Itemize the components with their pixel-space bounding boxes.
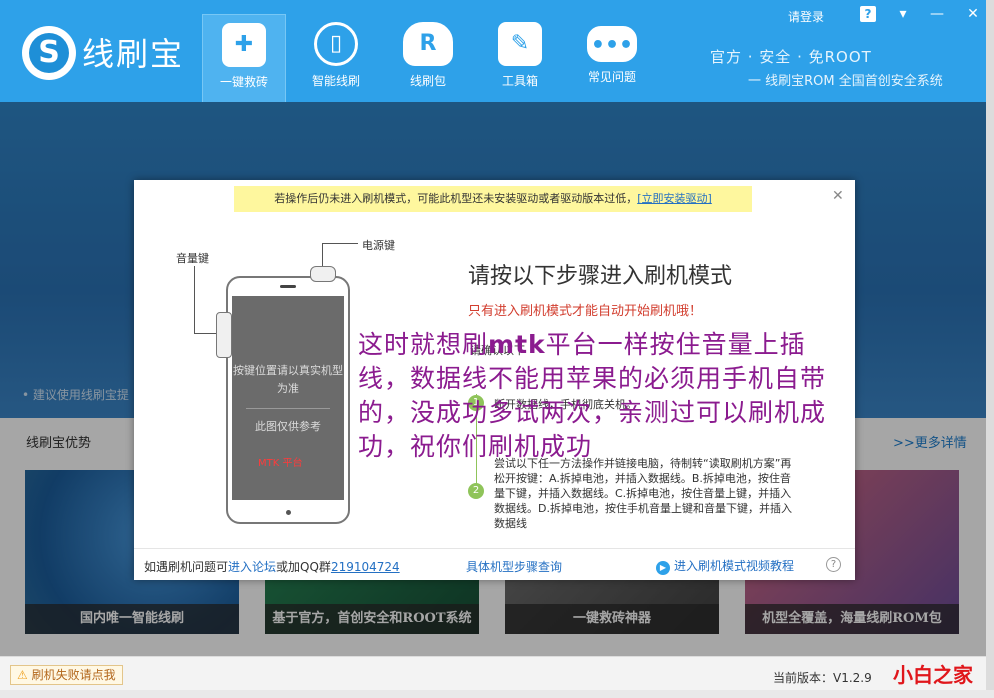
version-label: 当前版本：V1.2.9 — [773, 671, 872, 685]
app-logo-icon: S — [22, 26, 76, 80]
user-annotation: 这时就想刷mtk平台一样按住音量上插线，数据线不能用苹果的必须用手机自带的，没成… — [358, 328, 852, 464]
close-icon[interactable]: ✕ — [964, 6, 982, 22]
minimize-icon[interactable]: — — [928, 6, 946, 22]
app-title: 线刷宝 — [82, 35, 185, 73]
mtk-platform-label: MTK 平台 — [258, 458, 303, 469]
forum-link[interactable]: 进入论坛 — [228, 560, 276, 574]
cloud-download-icon: R — [403, 22, 453, 66]
phone-screen: 按键位置请以真实机型为准 此图仅供参考 MTK 平台 — [232, 296, 344, 500]
video-tutorial-link[interactable]: ▶ 进入刷机模式视频教程 — [656, 557, 794, 575]
phone-speaker — [280, 285, 296, 288]
annotation-text: 这时就想刷 — [358, 330, 489, 359]
nav-label: 常见问题 — [587, 70, 636, 84]
annotation-mtk: mtk — [488, 330, 546, 359]
nav-faq[interactable]: ••• 常见问题 — [570, 14, 654, 102]
flash-failed-label: 刷机失败请点我 — [31, 668, 116, 682]
phone-home-dot — [286, 510, 291, 515]
footer-help-text: 如遇刷机问题可进入论坛或加QQ群219104724 — [144, 558, 400, 575]
nav-label: 线刷包 — [409, 74, 446, 88]
app-header: S 线刷宝 ✚ 一键救砖 ▯ 智能线刷 R 线刷包 ✎ 工具箱 ••• 常见问题… — [0, 0, 994, 102]
power-key — [310, 266, 336, 282]
login-link[interactable]: 请登录 — [788, 8, 824, 25]
power-key-label: 电源键 — [362, 239, 395, 252]
chat-bubble-icon: ••• — [587, 26, 637, 62]
warning-text: 若操作后仍未进入刷机模式，可能此机型还未安装驱动或者驱动版本过低， — [274, 192, 638, 205]
logo-letter: S — [29, 33, 69, 73]
wrench-icon: ✎ — [498, 22, 542, 66]
nav-one-click-rescue[interactable]: ✚ 一键救砖 — [202, 14, 286, 102]
dialog-footer: 如遇刷机问题可进入论坛或加QQ群219104724 具体机型步骤查询 ▶ 进入刷机… — [134, 548, 855, 580]
flash-mode-dialog: 若操作后仍未进入刷机模式，可能此机型还未安装驱动或者驱动版本过低，[立即安装驱动… — [134, 180, 855, 580]
help-icon[interactable]: ? — [860, 6, 876, 22]
phone-refresh-icon: ▯ — [314, 22, 358, 66]
flash-failed-button[interactable]: ⚠ 刷机失败请点我 — [10, 665, 123, 685]
menu-icon[interactable]: ▾ — [894, 6, 912, 22]
volume-key — [216, 312, 232, 358]
driver-warning-bar: 若操作后仍未进入刷机模式，可能此机型还未安装驱动或者驱动版本过低，[立即安装驱动… — [234, 186, 752, 212]
screen-note-reference: 此图仅供参考 — [255, 420, 321, 433]
step-text: 尝试以下任一方法操作并链接电脑，待制转“读取刷机方案”再松开按键：A.拆掉电池，… — [494, 457, 792, 530]
warning-icon: ⚠ — [17, 668, 28, 682]
power-leader-line — [322, 243, 358, 267]
step-number: 2 — [468, 483, 484, 499]
volume-key-label: 音量键 — [176, 252, 209, 265]
footer-prefix: 如遇刷机问题可 — [144, 560, 229, 574]
watermark: 小白之家 — [893, 663, 973, 687]
nav-toolbox[interactable]: ✎ 工具箱 — [478, 14, 562, 102]
screen-note: 按键位置请以真实机型为准 — [233, 364, 343, 395]
dialog-title: 请按以下步骤进入刷机模式 — [468, 264, 733, 289]
window-edge — [986, 0, 994, 690]
play-icon: ▶ — [656, 561, 670, 575]
dialog-close-icon[interactable]: ✕ — [832, 188, 844, 204]
qq-group-link[interactable]: 219104724 — [331, 560, 400, 574]
nav-label: 智能线刷 — [311, 74, 360, 88]
install-driver-link[interactable]: [立即安装驱动] — [637, 192, 712, 205]
footer-or: 或加QQ群 — [276, 560, 331, 574]
nav-label: 一键救砖 — [219, 75, 268, 89]
help-circle-icon[interactable]: ? — [826, 557, 841, 572]
nav-smart-flash[interactable]: ▯ 智能线刷 — [294, 14, 378, 102]
taskbar-strip — [0, 690, 994, 698]
shield-plus-icon: ✚ — [222, 23, 266, 67]
nav-label: 工具箱 — [501, 74, 538, 88]
model-steps-link[interactable]: 具体机型步骤查询 — [466, 558, 562, 575]
slogan-sub: 一 线刷宝ROM 全国首创安全系统 — [748, 74, 943, 89]
screen-divider — [246, 408, 330, 409]
video-tutorial-label: 进入刷机模式视频教程 — [674, 559, 795, 573]
slogan: 官方 · 安全 · 免ROOT — [710, 48, 872, 66]
phone-illustration: 按键位置请以真实机型为准 此图仅供参考 MTK 平台 — [226, 276, 350, 524]
nav-flash-package[interactable]: R 线刷包 — [386, 14, 470, 102]
dialog-subtitle: 只有进入刷机模式才能自动开始刷机哦！ — [468, 304, 703, 319]
